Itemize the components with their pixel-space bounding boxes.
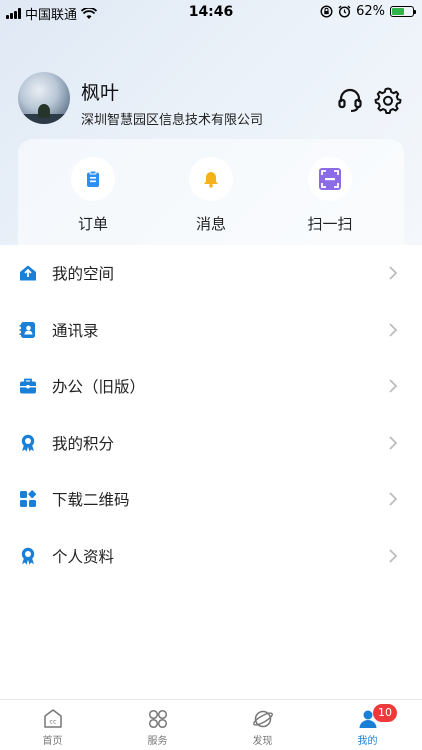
menu-item-office-legacy[interactable]: 办公（旧版） bbox=[0, 358, 422, 415]
menu-item-label: 我的空间 bbox=[52, 265, 115, 284]
planet-icon bbox=[252, 710, 273, 728]
services-icon bbox=[148, 709, 167, 729]
home-cc-icon: cc bbox=[43, 709, 62, 728]
tab-label: 我的 bbox=[357, 736, 378, 747]
quick-action-messages[interactable]: 消息 bbox=[181, 157, 241, 234]
chevron-right-icon bbox=[389, 492, 398, 506]
user-company: 深圳智慧园区信息技术有限公司 bbox=[81, 113, 264, 128]
chevron-right-icon bbox=[389, 436, 398, 450]
menu-item-my-points[interactable]: 我的积分 bbox=[0, 415, 422, 472]
tab-services[interactable]: 服务 bbox=[105, 700, 210, 750]
profile-header: 枫叶 深圳智慧园区信息技术有限公司 bbox=[18, 72, 408, 128]
home-upload-icon bbox=[20, 265, 36, 281]
alarm-icon bbox=[338, 5, 351, 18]
menu-item-label: 通讯录 bbox=[52, 321, 99, 340]
contacts-icon bbox=[19, 321, 35, 338]
menu-item-my-space[interactable]: 我的空间 bbox=[0, 245, 422, 302]
bell-icon bbox=[204, 172, 218, 188]
status-right: 62% bbox=[320, 4, 416, 19]
chevron-right-icon bbox=[389, 323, 398, 337]
gear-icon[interactable] bbox=[374, 86, 402, 114]
quick-icon-wrap bbox=[71, 157, 115, 201]
menu-item-label: 我的积分 bbox=[52, 434, 115, 453]
svg-text:cc: cc bbox=[49, 718, 57, 726]
quick-action-orders[interactable]: 订单 bbox=[63, 157, 123, 234]
tab-home[interactable]: cc 首页 bbox=[0, 700, 105, 750]
lock-rotation-icon bbox=[320, 5, 333, 18]
clipboard-icon bbox=[87, 170, 99, 187]
tab-label: 服务 bbox=[147, 736, 168, 747]
menu-list: 我的空间 通讯录 办公（旧版） 我的积分 下载二维码 个人资料 bbox=[0, 245, 422, 584]
quick-action-label: 消息 bbox=[195, 215, 226, 233]
grid-apps-icon bbox=[20, 490, 37, 508]
menu-item-label: 下载二维码 bbox=[52, 491, 130, 510]
tab-discover[interactable]: 发现 bbox=[210, 700, 315, 750]
award-icon bbox=[21, 434, 35, 452]
quick-actions-card: 订单 消息 扫一扫 bbox=[18, 139, 404, 245]
menu-item-label: 个人资料 bbox=[52, 547, 115, 566]
menu-item-contacts[interactable]: 通讯录 bbox=[0, 302, 422, 359]
battery-percent: 62% bbox=[356, 4, 385, 19]
scan-icon bbox=[319, 168, 341, 190]
battery-icon bbox=[390, 6, 416, 17]
menu-item-download-qr[interactable]: 下载二维码 bbox=[0, 471, 422, 528]
tab-mine[interactable]: 我的 10 bbox=[315, 700, 420, 750]
quick-action-label: 订单 bbox=[77, 215, 108, 233]
quick-icon-wrap bbox=[308, 157, 352, 201]
tab-bar: cc 首页 服务 发现 我的 10 bbox=[0, 699, 422, 750]
status-bar: 中国联通 14:46 62% bbox=[0, 0, 422, 24]
tab-label: 首页 bbox=[42, 736, 63, 747]
headset-icon[interactable] bbox=[336, 86, 364, 114]
battery-fill bbox=[392, 8, 405, 15]
award-icon bbox=[21, 547, 35, 565]
notification-badge: 10 bbox=[373, 704, 397, 722]
quick-icon-wrap bbox=[189, 157, 233, 201]
briefcase-icon bbox=[20, 378, 36, 394]
menu-item-profile[interactable]: 个人资料 bbox=[0, 528, 422, 585]
chevron-right-icon bbox=[389, 266, 398, 280]
menu-item-label: 办公（旧版） bbox=[52, 378, 146, 397]
chevron-right-icon bbox=[389, 379, 398, 393]
avatar[interactable] bbox=[18, 72, 70, 124]
tab-label: 发现 bbox=[252, 736, 273, 747]
chevron-right-icon bbox=[389, 549, 398, 563]
avatar-tree bbox=[38, 104, 50, 118]
quick-action-label: 扫一扫 bbox=[307, 215, 353, 233]
quick-action-scan[interactable]: 扫一扫 bbox=[300, 157, 360, 234]
user-name: 枫叶 bbox=[81, 82, 120, 104]
